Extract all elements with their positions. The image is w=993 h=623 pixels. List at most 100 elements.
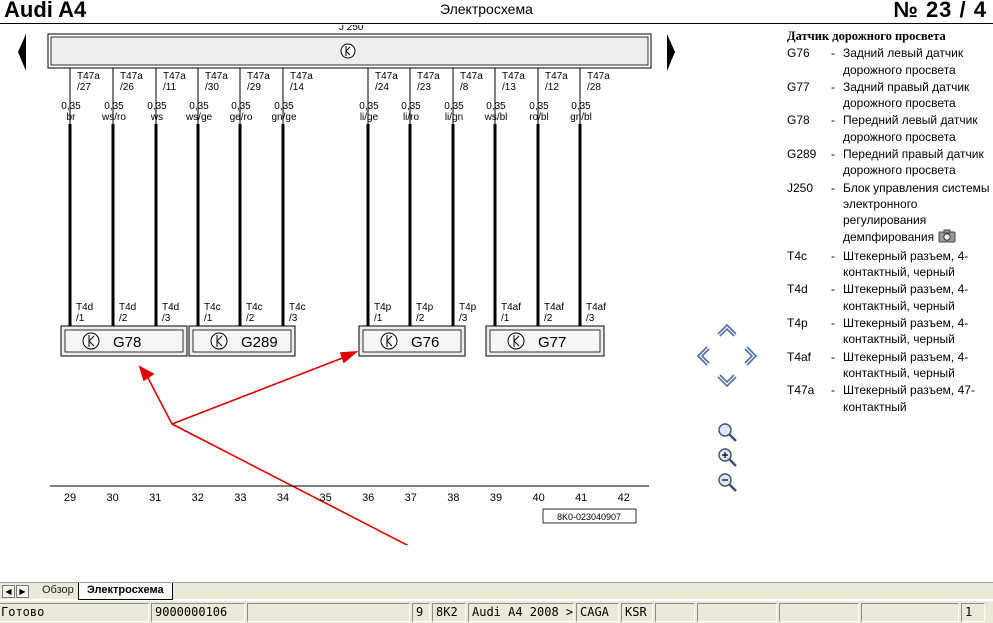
wire: T47a/23 0,35li/ro T4p/2 (401, 68, 440, 326)
legend-code: T4d (787, 282, 808, 297)
legend-title: Датчик дорожного просвета (787, 29, 946, 43)
status-empty-1 (247, 603, 410, 622)
wire-color: ge/ro (230, 112, 253, 123)
connector-label: T47a (120, 71, 143, 82)
status-engine: CAGA (576, 603, 619, 622)
legend-item: G77 - Задний правый датчик дорожного просв… (787, 79, 990, 112)
status-model: Audi A4 2008 > (468, 603, 574, 622)
status-empty-5 (861, 603, 959, 622)
tab-overview[interactable]: Обзор (34, 583, 82, 599)
wire-color: li/ge (360, 112, 379, 123)
connector-pin: /2 (119, 313, 128, 324)
header: Audi A4 Электросхема № 23 / 4 (0, 0, 993, 24)
zoom-out-icon[interactable] (718, 473, 737, 492)
connector-label: T47a (460, 71, 483, 82)
ruler-number: 37 (405, 492, 417, 504)
wire-gauge: 0,35 (274, 101, 294, 112)
legend-desc: Штекерный разъем, 4-контактный, черный (843, 248, 969, 280)
ruler-number: 32 (192, 492, 204, 504)
sheet-tab-bar: ◀ ▶ Обзор Электросхема (0, 582, 993, 600)
connector-label: T4p (416, 302, 434, 313)
connector-label: T4p (459, 302, 477, 313)
connector-label: T4p (374, 302, 392, 313)
tab-schematic[interactable]: Электросхема (78, 583, 173, 600)
component-label: G78 (113, 334, 141, 351)
wire-color: ro/bl (529, 112, 548, 123)
wire: T47a/27 0,35br T4d/1 (61, 68, 100, 326)
connector-label: T47a (247, 71, 270, 82)
connector-label: T4c (246, 302, 263, 313)
legend-code: J250 (787, 180, 814, 195)
connector-label: T4c (289, 302, 306, 313)
ruler-number: 33 (234, 492, 246, 504)
tab-next-icon[interactable]: ▶ (16, 585, 29, 598)
component-box: G78 (60, 325, 188, 357)
legend-dash: - (831, 113, 835, 128)
wiring-diagram: J 250 T47a/270,35brT4d/1T47a/260,35ws/ro… (18, 25, 758, 545)
connector-label: T47a (587, 71, 610, 82)
connector-pin: /1 (76, 313, 85, 324)
legend-dash: - (831, 316, 835, 331)
arrow-right-icon[interactable] (744, 346, 758, 366)
tab-prev-icon[interactable]: ◀ (2, 585, 15, 598)
ruler-number: 30 (106, 492, 118, 504)
connector-pin: /3 (586, 313, 595, 324)
arrow-down-icon[interactable] (717, 374, 737, 388)
zoom-window-icon[interactable] (718, 423, 737, 442)
legend-desc: Штекерный разъем, 4-контактный, черный (843, 282, 969, 313)
wire: T47a/28 0,35gn/bl T4af/3 (570, 68, 610, 326)
connector-label: T4af (501, 302, 521, 313)
wire-gauge: 0,35 (147, 101, 167, 112)
connector-pin: /2 (246, 313, 255, 324)
legend-item: T4p - Штекерный разъем, 4-контактный, черн… (787, 315, 990, 348)
zoom-in-icon[interactable] (718, 448, 737, 467)
prev-page-arrow-icon[interactable] (18, 34, 26, 71)
legend-code: G77 (787, 79, 810, 94)
connector-label: T4d (162, 302, 179, 313)
legend-desc: Задний правый датчик дорожного просвета (843, 79, 970, 111)
wire-gauge: 0,35 (486, 101, 506, 112)
arrow-left-icon[interactable] (696, 346, 710, 366)
ruler-number: 40 (532, 492, 544, 504)
legend-dash: - (831, 46, 835, 61)
legend-code: T47a (787, 383, 815, 398)
connector-label: T47a (163, 71, 186, 82)
connector-pin: /8 (460, 82, 469, 93)
legend-item: J250 - Блок управления системы электронног… (787, 180, 990, 247)
wire-color: li/gn (445, 112, 463, 123)
wire-gauge: 0,35 (401, 101, 421, 112)
wire: T47a/13 0,35ws/bl T4af/1 (484, 68, 525, 326)
ruler-number: 42 (618, 492, 630, 504)
arrow-up-icon[interactable] (717, 323, 737, 337)
connector-label: T47a (417, 71, 440, 82)
connector-pin: /30 (205, 82, 219, 93)
ground-symbol-icon (340, 43, 356, 59)
status-page: 1 (961, 603, 985, 622)
part-number: 8K0-023040907 (557, 512, 621, 522)
doc-title: Audi A4 (4, 0, 87, 22)
legend-panel: Датчик дорожного просвета G76- Задний лев… (787, 28, 990, 416)
connector-label: T4c (204, 302, 221, 313)
wire-color: ws/ge (185, 112, 213, 123)
legend-dash: - (831, 180, 835, 195)
connector-pin: /12 (545, 82, 559, 93)
component-box: G289 (188, 325, 296, 357)
connector-label: T47a (205, 71, 228, 82)
legend-dash: - (831, 349, 835, 364)
component-label: G76 (411, 334, 439, 351)
ruler-number: 31 (149, 492, 161, 504)
components-group: G78 G289 G76 G77 (60, 325, 605, 357)
legend-code: T4p (787, 316, 808, 331)
wire-color: li/ro (403, 112, 420, 123)
wire-gauge: 0,35 (571, 101, 591, 112)
wire-gauge: 0,35 (61, 101, 81, 112)
connector-label: T47a (290, 71, 313, 82)
camera-icon[interactable] (938, 229, 956, 247)
diagram-type-title: Электросхема (440, 1, 533, 17)
ruler-number: 36 (362, 492, 374, 504)
status-bar: Готово 9000000106 9 8K2 Audi A4 2008 > C… (0, 600, 993, 623)
legend-desc: Штекерный разъем, 4-контактный, черный (843, 316, 969, 347)
ground-symbol-icon (380, 332, 398, 350)
ruler-number: 41 (575, 492, 587, 504)
next-page-arrow-icon[interactable] (667, 34, 675, 71)
